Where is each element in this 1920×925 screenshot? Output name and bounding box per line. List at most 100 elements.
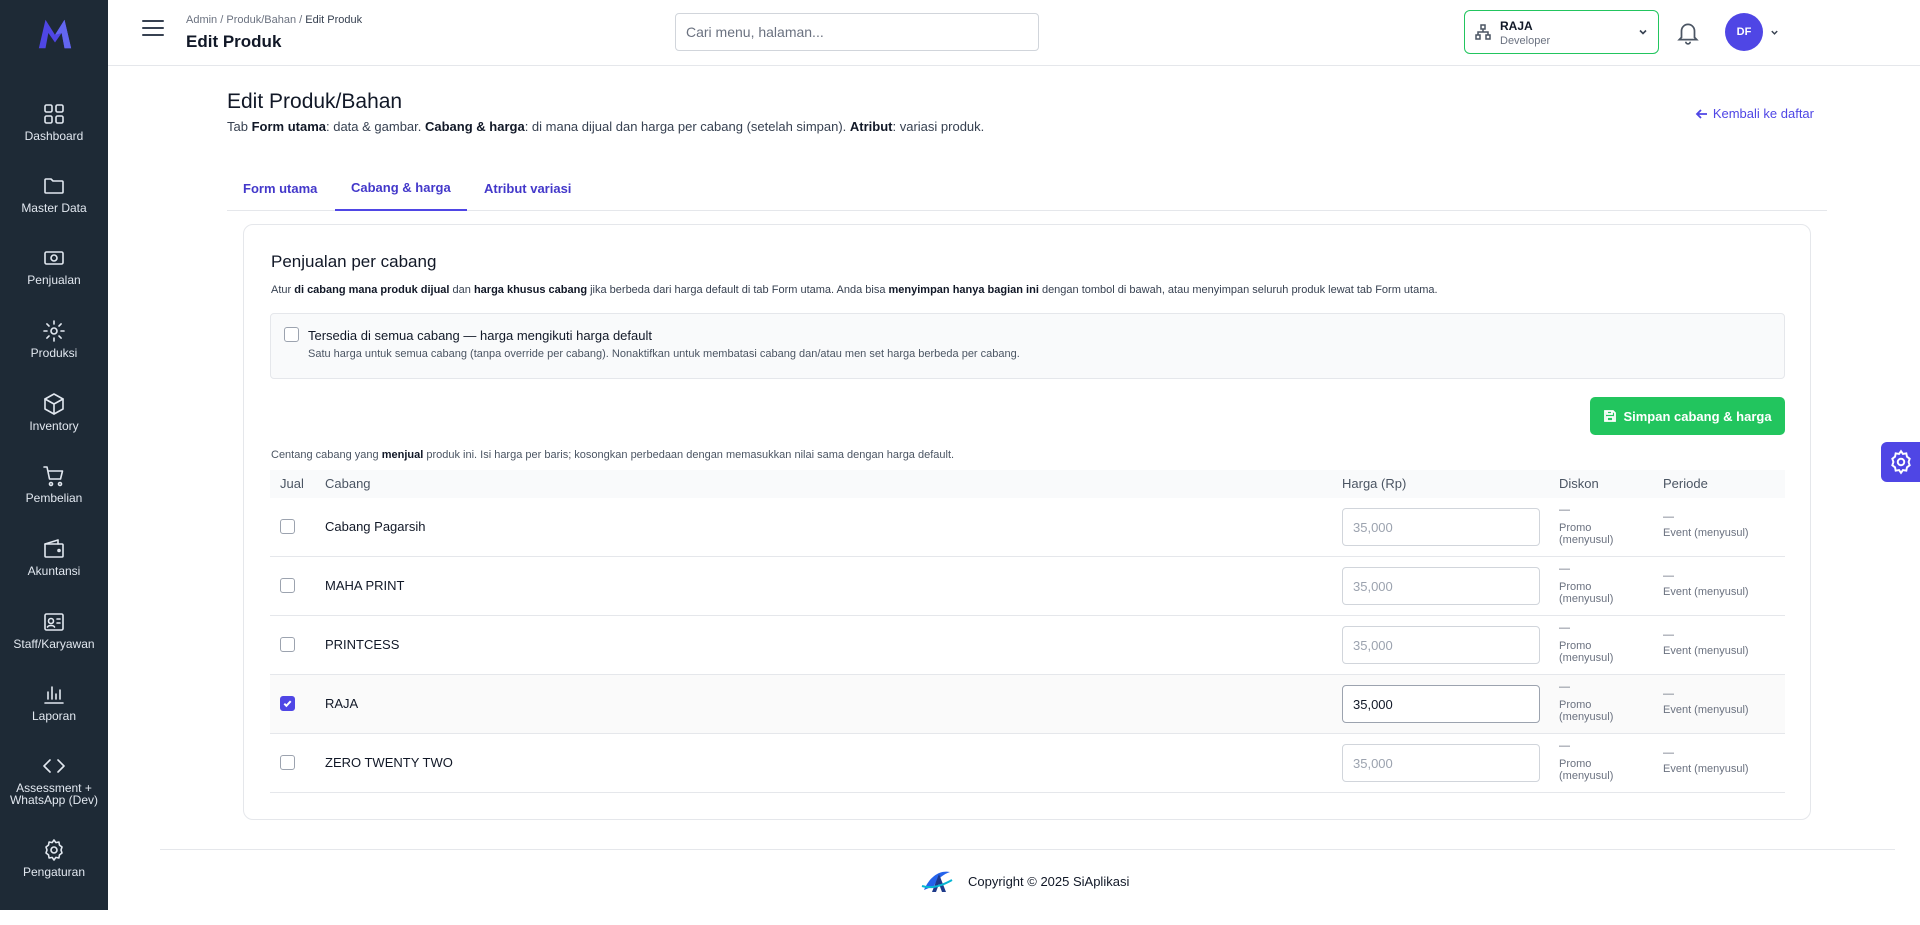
sidebar-item-label: Dashboard [24,129,84,143]
discount-text: Promo (menyusul) [1559,581,1614,605]
sidebar-item-dashboard[interactable]: Dashboard [0,102,108,164]
period-cell: — Event (menyusul) [1663,510,1749,541]
back-label: Kembali ke daftar [1712,106,1814,121]
desc-bold: harga khusus cabang [473,284,588,296]
sidebar-item-pengaturan[interactable]: Pengaturan [0,838,108,900]
row-sell-checkbox[interactable] [280,637,295,652]
sidebar-item-label: Staff/Karyawan [13,637,95,651]
table-header: Jual Cabang Harga (Rp) Diskon Periode [270,470,1785,498]
chevron-down-icon[interactable] [1770,28,1779,37]
avatar[interactable]: DF [1725,13,1763,51]
row-sell-checkbox[interactable] [280,696,295,711]
branch-selector[interactable]: RAJA Developer [1464,10,1659,54]
price-input[interactable] [1342,626,1540,664]
back-to-list-link[interactable]: Kembali ke daftar [1695,106,1814,121]
notification-bell-icon[interactable] [1675,18,1701,46]
period-dash: — [1663,629,1674,641]
tab-bar: Form utama Cabang & harga Atribut varias… [227,166,1827,211]
discount-text: Promo (menyusul) [1559,758,1614,782]
branch-role: Developer [1500,35,1551,47]
discount-cell: — Promo (menyusul) [1559,563,1623,605]
save-branch-price-button[interactable]: Simpan cabang & harga [1590,397,1785,435]
breadcrumb-separator: / [296,14,306,26]
note-text: Centang cabang yang [271,449,382,461]
row-sell-checkbox[interactable] [280,578,295,593]
chevron-down-icon [1639,29,1647,35]
footer-divider [160,849,1895,850]
table-note: Centang cabang yang menjual produk ini. … [271,449,954,461]
siaplikasi-logo [921,871,953,892]
tab-form-utama[interactable]: Form utama [227,166,333,211]
period-dash: — [1663,570,1674,582]
branch-cell: PRINTCESS [325,637,400,652]
all-branches-option: Tersedia di semua cabang — harga mengiku… [270,313,1785,379]
dashboard-icon [44,104,64,124]
sidebar-item-label: Inventory [29,419,79,433]
desc-bold: Form utama [251,119,326,134]
theme-settings-button[interactable] [1881,442,1920,482]
code-icon [43,759,65,773]
period-text: Event (menyusul) [1663,586,1749,598]
sidebar-item-pembelian[interactable]: Pembelian [0,464,108,526]
branch-cell: RAJA [325,696,359,711]
arrow-left-icon [1695,108,1707,119]
period-cell: — Event (menyusul) [1663,569,1749,600]
breadcrumb-admin[interactable]: Admin [186,14,217,26]
gear-icon [1890,449,1911,475]
price-input[interactable] [1342,744,1540,782]
id-card-icon [44,613,64,631]
price-input[interactable] [1342,685,1540,723]
menu-toggle-icon[interactable] [142,20,164,38]
price-input[interactable] [1342,567,1540,605]
check-icon [283,700,292,708]
discount-dash: — [1559,681,1570,693]
desc-text: : di mana dijual dan harga per cabang (s… [524,119,850,134]
header-title: Edit Produk [186,32,282,51]
breadcrumb-produk[interactable]: Produk/Bahan [226,14,296,26]
col-diskon: Diskon [1559,476,1599,491]
table-row: ZERO TWENTY TWO — Promo (menyusul) — Event… [270,734,1785,793]
branch-cell: ZERO TWENTY TWO [325,755,453,770]
tab-atribut-variasi[interactable]: Atribut variasi [468,166,587,211]
sidebar-item-produksi[interactable]: Produksi [0,319,108,381]
sidebar-item-label: Pengaturan [22,865,86,879]
sidebar-item-laporan[interactable]: Laporan [0,682,108,744]
search-input[interactable] [675,13,1039,51]
price-input[interactable] [1342,508,1540,546]
sidebar-item-penjualan[interactable]: Penjualan [0,246,108,308]
breadcrumb-separator: / [217,14,227,26]
tab-cabang-harga[interactable]: Cabang & harga [335,166,467,211]
sidebar-item-assessment[interactable]: Assessment + WhatsApp (Dev) [0,754,108,816]
app-logo[interactable] [36,14,74,52]
sidebar-item-master-data[interactable]: Master Data [0,174,108,236]
row-sell-checkbox[interactable] [280,519,295,534]
bar-chart-icon [44,686,64,704]
card-description: Atur di cabang mana produk dijual dan ha… [271,284,1438,296]
table-row: PRINTCESS — Promo (menyusul) — Event (meny… [270,616,1785,675]
desc-bold: menyimpan hanya bagian ini [888,284,1039,296]
sidebar-item-staff[interactable]: Staff/Karyawan [0,610,108,672]
desc-text: Atur [271,284,295,296]
table-row: MAHA PRINT — Promo (menyusul) — Event (men… [270,557,1785,616]
page-title: Edit Produk/Bahan [227,90,403,113]
all-branches-label[interactable]: Tersedia di semua cabang — harga mengiku… [308,328,652,343]
sidebar-item-akuntansi[interactable]: Akuntansi [0,537,108,599]
desc-text: Tab [227,119,252,134]
branch-cell: MAHA PRINT [325,578,405,593]
desc-bold: di cabang mana produk dijual [294,284,450,296]
row-sell-checkbox[interactable] [280,755,295,770]
page-description: Tab Form utama: data & gambar. Cabang & … [227,119,984,134]
col-harga: Harga (Rp) [1342,476,1407,491]
discount-dash: — [1559,740,1570,752]
discount-cell: — Promo (menyusul) [1559,740,1623,782]
desc-bold: Cabang & harga [425,119,525,134]
cart-icon [43,466,64,487]
period-text: Event (menyusul) [1663,704,1749,716]
all-branches-checkbox[interactable] [284,327,299,342]
discount-cell: — Promo (menyusul) [1559,681,1623,723]
sidebar-item-inventory[interactable]: Inventory [0,392,108,454]
discount-dash: — [1559,504,1570,516]
discount-dash: — [1559,563,1570,575]
col-jual: Jual [280,476,304,491]
discount-text: Promo (menyusul) [1559,522,1614,546]
